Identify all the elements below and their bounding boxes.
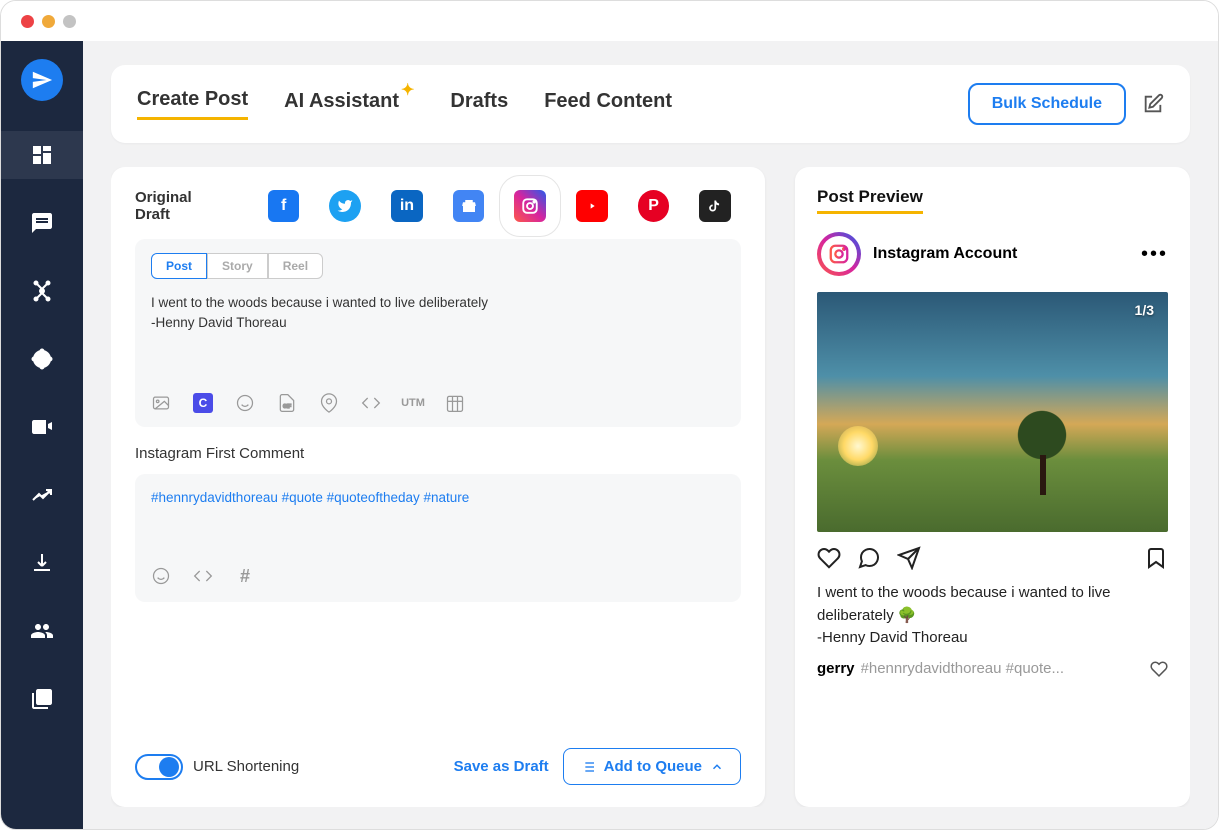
preview-title: Post Preview xyxy=(817,187,923,214)
comment-code-icon[interactable] xyxy=(193,566,213,586)
sparkle-icon: ✦ xyxy=(401,82,414,99)
gif-icon[interactable]: GIF xyxy=(277,393,297,413)
sidebar xyxy=(1,41,83,830)
add-to-queue-button[interactable]: Add to Queue xyxy=(563,748,741,785)
first-comment-box: #hennrydavidthoreau #quote #quoteoftheda… xyxy=(135,474,741,602)
nav-library[interactable] xyxy=(1,675,83,723)
media-icon[interactable] xyxy=(151,393,171,413)
preview-commenter: gerry xyxy=(817,660,855,677)
tab-create-post[interactable]: Create Post xyxy=(137,88,248,120)
comment-like-icon[interactable] xyxy=(1150,660,1168,678)
utm-button[interactable]: UTM xyxy=(403,393,423,413)
preview-comment-tags: #hennrydavidthoreau #quote... xyxy=(861,660,1144,677)
tabs-bar: Create Post AI Assistant✦ Drafts Feed Co… xyxy=(111,65,1190,143)
hashtag-icon[interactable]: # xyxy=(235,566,255,586)
minimize-window[interactable] xyxy=(42,15,55,28)
nav-network[interactable] xyxy=(1,267,83,315)
instagram-avatar xyxy=(817,232,861,276)
preview-panel: Post Preview Instagram Account ••• 1/3 xyxy=(795,167,1190,807)
format-tab-post[interactable]: Post xyxy=(151,253,207,279)
nav-messages[interactable] xyxy=(1,199,83,247)
preview-caption: I went to the woods because i wanted to … xyxy=(817,582,1168,650)
preview-image: 1/3 xyxy=(817,292,1168,532)
comment-emoji-icon[interactable] xyxy=(151,566,171,586)
emoji-icon[interactable] xyxy=(235,393,255,413)
save-draft-button[interactable]: Save as Draft xyxy=(454,758,549,775)
instagram-account-name: Instagram Account xyxy=(873,245,1017,263)
svg-text:GIF: GIF xyxy=(283,404,291,410)
channel-twitter[interactable] xyxy=(329,190,361,222)
compose-icon[interactable] xyxy=(1142,93,1164,115)
code-icon[interactable] xyxy=(361,393,381,413)
canva-icon[interactable]: C xyxy=(193,393,213,413)
draft-textarea[interactable]: I went to the woods because i wanted to … xyxy=(151,293,725,373)
nav-dashboard[interactable] xyxy=(1,131,83,179)
original-draft-label: Original Draft xyxy=(135,189,230,223)
tab-feed-content[interactable]: Feed Content xyxy=(544,90,672,119)
window-titlebar xyxy=(1,1,1218,41)
location-icon[interactable] xyxy=(319,393,339,413)
channel-tiktok[interactable] xyxy=(699,190,731,222)
url-shortening-label: URL Shortening xyxy=(193,758,299,775)
preview-more-icon[interactable]: ••• xyxy=(1141,243,1168,266)
channel-youtube[interactable] xyxy=(576,190,608,222)
nav-team[interactable] xyxy=(1,607,83,655)
first-comment-label: Instagram First Comment xyxy=(135,445,741,462)
app-logo[interactable] xyxy=(21,59,63,101)
nav-analytics[interactable] xyxy=(1,471,83,519)
close-window[interactable] xyxy=(21,15,34,28)
calendar-icon[interactable] xyxy=(445,393,465,413)
channel-facebook[interactable]: f xyxy=(268,190,300,222)
nav-campaign[interactable] xyxy=(1,403,83,451)
nav-target[interactable] xyxy=(1,335,83,383)
format-tab-reel[interactable]: Reel xyxy=(268,253,323,279)
channel-linkedin[interactable]: in xyxy=(391,190,423,222)
share-icon[interactable] xyxy=(897,546,921,570)
image-counter: 1/3 xyxy=(1135,302,1154,318)
hashtags-input[interactable]: #hennrydavidthoreau #quote #quoteoftheda… xyxy=(151,490,725,548)
tab-drafts[interactable]: Drafts xyxy=(450,90,508,119)
nav-download[interactable] xyxy=(1,539,83,587)
bulk-schedule-button[interactable]: Bulk Schedule xyxy=(968,83,1126,125)
tab-ai-assistant[interactable]: AI Assistant✦ xyxy=(284,90,414,119)
composer-panel: Original Draft f in P Post Story xyxy=(111,167,765,807)
bookmark-icon[interactable] xyxy=(1144,546,1168,570)
comment-icon[interactable] xyxy=(857,546,881,570)
channel-google-business[interactable] xyxy=(453,190,485,222)
channel-pinterest[interactable]: P xyxy=(638,190,670,222)
url-shortening-toggle[interactable] xyxy=(135,754,183,780)
maximize-window[interactable] xyxy=(63,15,76,28)
editor-box: Post Story Reel I went to the woods beca… xyxy=(135,239,741,427)
format-tab-story[interactable]: Story xyxy=(207,253,268,279)
like-icon[interactable] xyxy=(817,546,841,570)
channel-instagram[interactable] xyxy=(514,190,546,222)
